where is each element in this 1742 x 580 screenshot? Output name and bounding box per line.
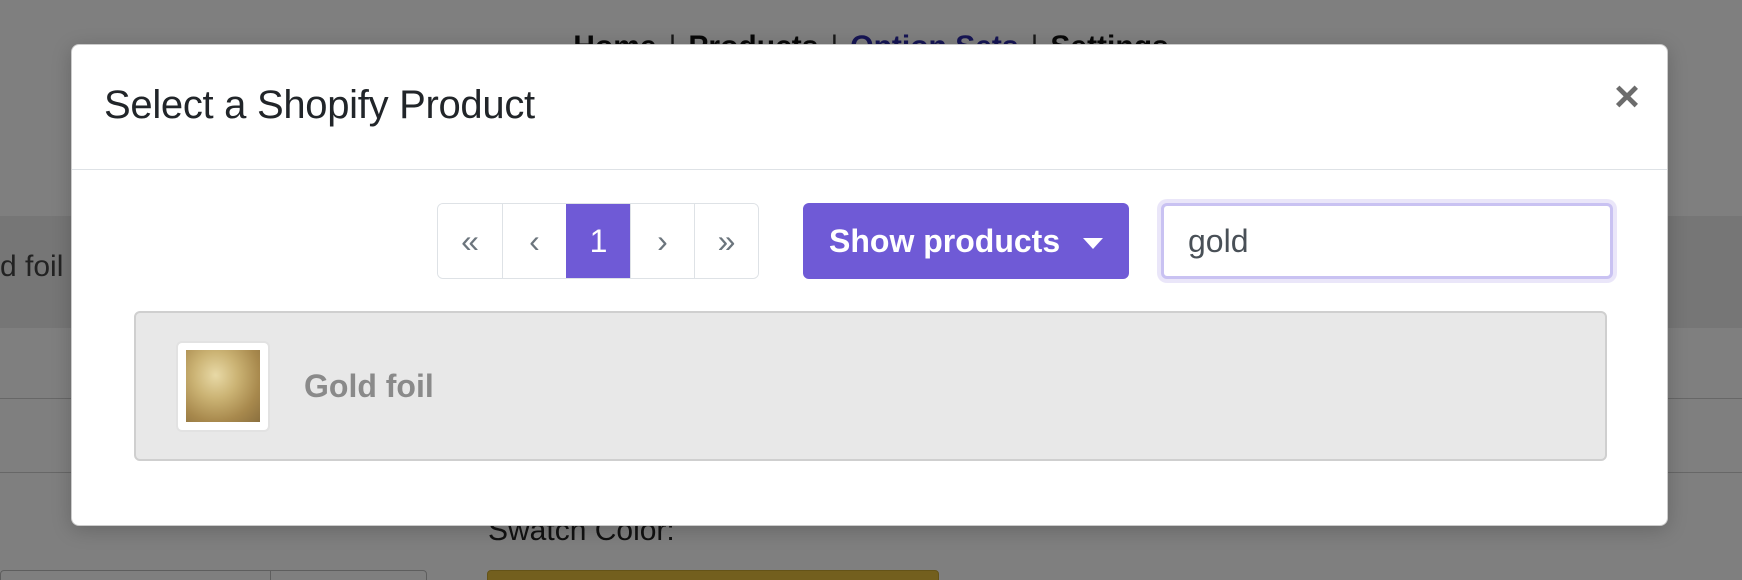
pagination-last-button[interactable]: » bbox=[694, 204, 758, 278]
pagination-next-button[interactable]: › bbox=[630, 204, 694, 278]
pagination-current-page[interactable]: 1 bbox=[566, 204, 630, 278]
product-name: Gold foil bbox=[304, 367, 434, 404]
pagination: « ‹ 1 › » bbox=[437, 203, 759, 279]
show-products-dropdown[interactable]: Show products bbox=[803, 203, 1129, 279]
pagination-prev-button[interactable]: ‹ bbox=[502, 204, 566, 278]
modal-header: Select a Shopify Product × bbox=[72, 45, 1667, 170]
pagination-first-button[interactable]: « bbox=[438, 204, 502, 278]
select-product-modal: Select a Shopify Product × « ‹ 1 › » Sho… bbox=[71, 44, 1668, 526]
product-list-item[interactable]: Gold foil bbox=[134, 311, 1607, 461]
close-button[interactable]: × bbox=[1605, 75, 1649, 119]
search-input[interactable] bbox=[1161, 203, 1613, 279]
show-products-label: Show products bbox=[829, 222, 1061, 259]
gold-foil-image bbox=[186, 350, 260, 422]
modal-title: Select a Shopify Product bbox=[104, 83, 535, 127]
caret-down-icon bbox=[1083, 238, 1103, 249]
product-thumbnail bbox=[176, 340, 270, 432]
